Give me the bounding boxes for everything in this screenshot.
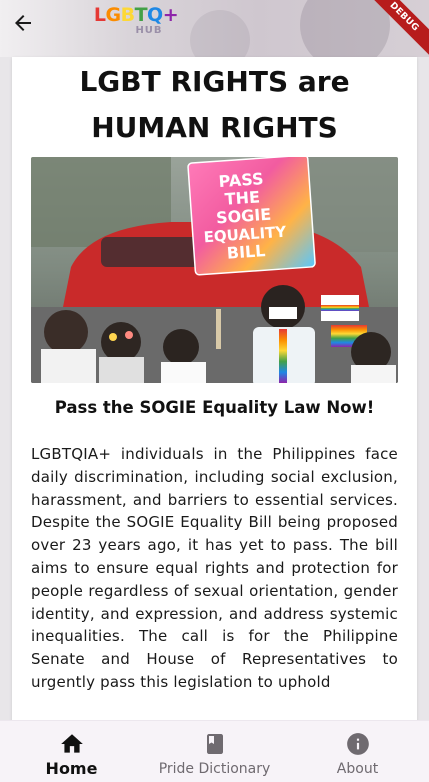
nav-item-home[interactable]: Home [0, 721, 143, 782]
background-decoration [190, 10, 250, 57]
home-icon [60, 734, 83, 753]
hero-image: PASS THE SOGIE EQUALITY BILL [31, 157, 398, 383]
info-icon [346, 733, 369, 755]
logo-letter: L [93, 4, 106, 26]
article-subtitle: Pass the SOGIE Equality Law Now! [54, 398, 375, 417]
app-logo: LGBTQ+ HUB [90, 4, 182, 38]
logo-wordmark: LGBTQ+ [90, 4, 182, 26]
arrow-back-icon [15, 15, 31, 31]
back-button[interactable] [8, 8, 38, 38]
logo-letter: G [105, 4, 121, 26]
nav-label-home: Home [45, 759, 98, 778]
bottom-navigation: Home Pride Dictionary About [0, 720, 429, 782]
nav-item-about[interactable]: About [286, 721, 429, 782]
background-decoration [300, 0, 390, 57]
logo-letter: T [134, 4, 148, 26]
article-card: LGBT RIGHTS are HUMAN RIGHTS PASS THE SO… [12, 57, 417, 727]
nav-label-about: About [336, 761, 379, 777]
app-bar: LGBTQ+ HUB DEBUG [0, 0, 429, 57]
nav-label-pride-dictionary: Pride Dictionary [158, 761, 271, 777]
sign-text-line-5: BILL [226, 241, 266, 263]
logo-letter: B [120, 4, 135, 26]
title-line-2: HUMAN RIGHTS [91, 111, 338, 144]
article-body: LGBTQIA+ individuals in the Philippines … [31, 445, 398, 691]
page-title: LGBT RIGHTS are HUMAN RIGHTS [12, 59, 417, 151]
logo-letter: Q [147, 4, 163, 26]
logo-subtitle: HUB [135, 25, 163, 36]
logo-letter: + [162, 4, 179, 26]
book-icon [206, 734, 223, 754]
title-line-1: LGBT RIGHTS are [79, 65, 350, 98]
nav-item-pride-dictionary[interactable]: Pride Dictionary [143, 721, 286, 782]
protest-photo-illustration: PASS THE SOGIE EQUALITY BILL [31, 157, 398, 383]
